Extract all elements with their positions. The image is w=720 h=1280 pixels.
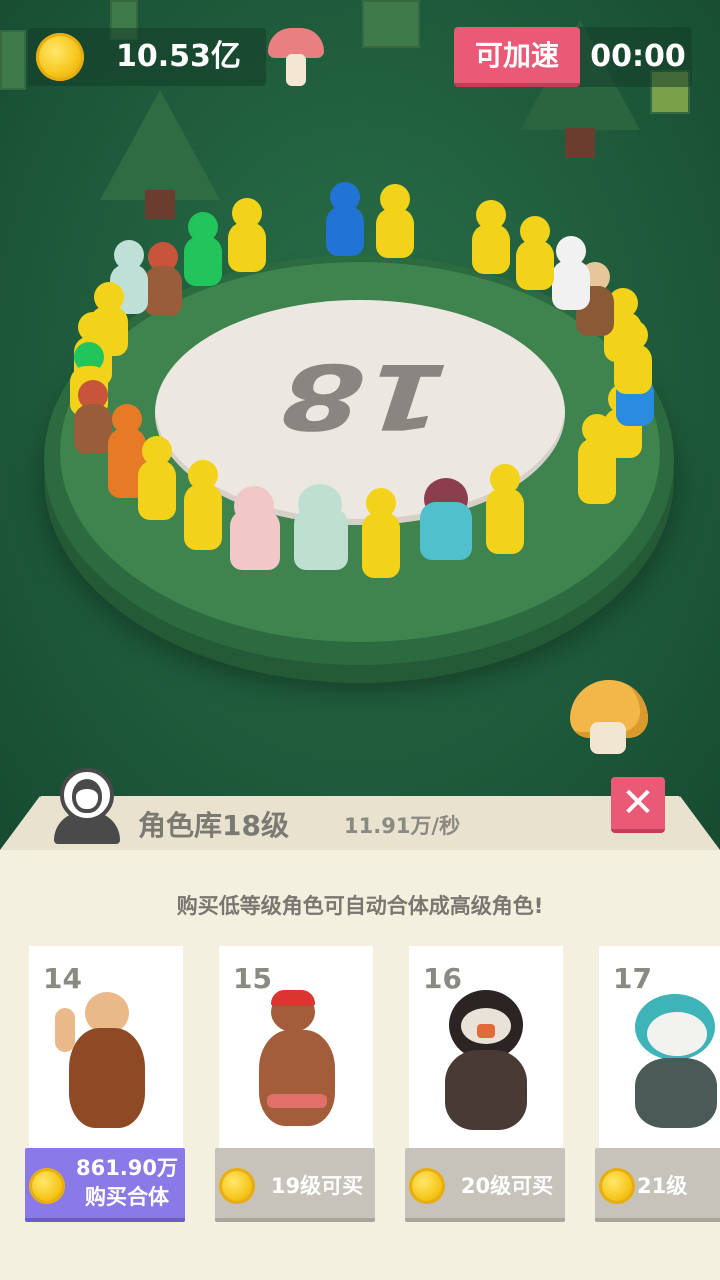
grass-block bbox=[362, 0, 420, 48]
coin-counter: 10.53亿 bbox=[28, 28, 266, 86]
locked-buy-button[interactable]: 21级 bbox=[595, 1148, 720, 1222]
panel-edge bbox=[0, 796, 40, 850]
character-figure[interactable] bbox=[322, 182, 368, 258]
unlock-requirement: 19级可买 bbox=[270, 1174, 364, 1198]
mushroom bbox=[268, 28, 324, 88]
platform-level-number: 18 bbox=[264, 343, 466, 448]
character-figure[interactable] bbox=[134, 436, 180, 526]
coin-icon bbox=[599, 1168, 635, 1204]
character-figure[interactable] bbox=[468, 200, 514, 286]
tree bbox=[100, 90, 220, 220]
character-card-list[interactable]: 14 861.90万 购买合体 15 19级可买 16 20级可买 17 21级 bbox=[0, 946, 720, 1226]
character-caveman-icon bbox=[51, 986, 161, 1146]
character-figure[interactable] bbox=[512, 216, 558, 302]
speed-timer: 00:00 bbox=[590, 39, 686, 74]
grass-block bbox=[0, 30, 26, 90]
character-card[interactable]: 16 20级可买 bbox=[405, 946, 565, 1222]
avatar-icon bbox=[54, 768, 120, 844]
character-figure[interactable] bbox=[416, 478, 474, 574]
panel-hint: 购买低等级角色可自动合体成高级角色! bbox=[176, 894, 544, 918]
character-figure[interactable] bbox=[226, 486, 282, 578]
coin-icon bbox=[36, 33, 84, 81]
card-price: 861.90万 bbox=[75, 1156, 179, 1180]
coin-balance: 10.53亿 bbox=[116, 39, 241, 74]
unlock-requirement: 21级 bbox=[637, 1174, 688, 1198]
mushroom[interactable] bbox=[566, 680, 650, 756]
panel-edge bbox=[680, 796, 720, 850]
unlock-requirement: 20级可买 bbox=[460, 1174, 554, 1198]
game-scene: 18 bbox=[0, 0, 720, 860]
character-tribal-icon bbox=[241, 986, 351, 1146]
close-icon[interactable]: ✕ bbox=[611, 777, 665, 833]
card-action: 购买合体 bbox=[85, 1185, 169, 1209]
character-teal-hair-icon bbox=[621, 986, 720, 1146]
character-card[interactable]: 15 19级可买 bbox=[215, 946, 375, 1222]
character-card[interactable]: 17 21级 bbox=[595, 946, 720, 1222]
income-rate: 11.91万/秒 bbox=[344, 814, 461, 838]
locked-buy-button[interactable]: 20级可买 bbox=[405, 1148, 565, 1222]
character-card[interactable]: 14 861.90万 购买合体 bbox=[25, 946, 185, 1222]
character-figure[interactable] bbox=[224, 198, 270, 274]
character-figure[interactable] bbox=[358, 488, 404, 584]
coin-icon bbox=[219, 1168, 255, 1204]
coin-icon bbox=[29, 1168, 65, 1204]
locked-buy-button[interactable]: 19级可买 bbox=[215, 1148, 375, 1222]
coin-icon bbox=[409, 1168, 445, 1204]
buy-merge-button[interactable]: 861.90万 购买合体 bbox=[25, 1148, 185, 1222]
character-figure[interactable] bbox=[180, 460, 226, 556]
speed-up-panel: 可加速 00:00 bbox=[454, 27, 692, 87]
character-penguin-icon bbox=[431, 986, 541, 1146]
character-figure[interactable] bbox=[482, 464, 528, 560]
character-figure[interactable] bbox=[372, 184, 418, 260]
panel-title: 角色库18级 bbox=[138, 809, 289, 842]
character-figure[interactable] bbox=[290, 484, 350, 580]
speed-up-button[interactable]: 可加速 bbox=[454, 27, 580, 87]
